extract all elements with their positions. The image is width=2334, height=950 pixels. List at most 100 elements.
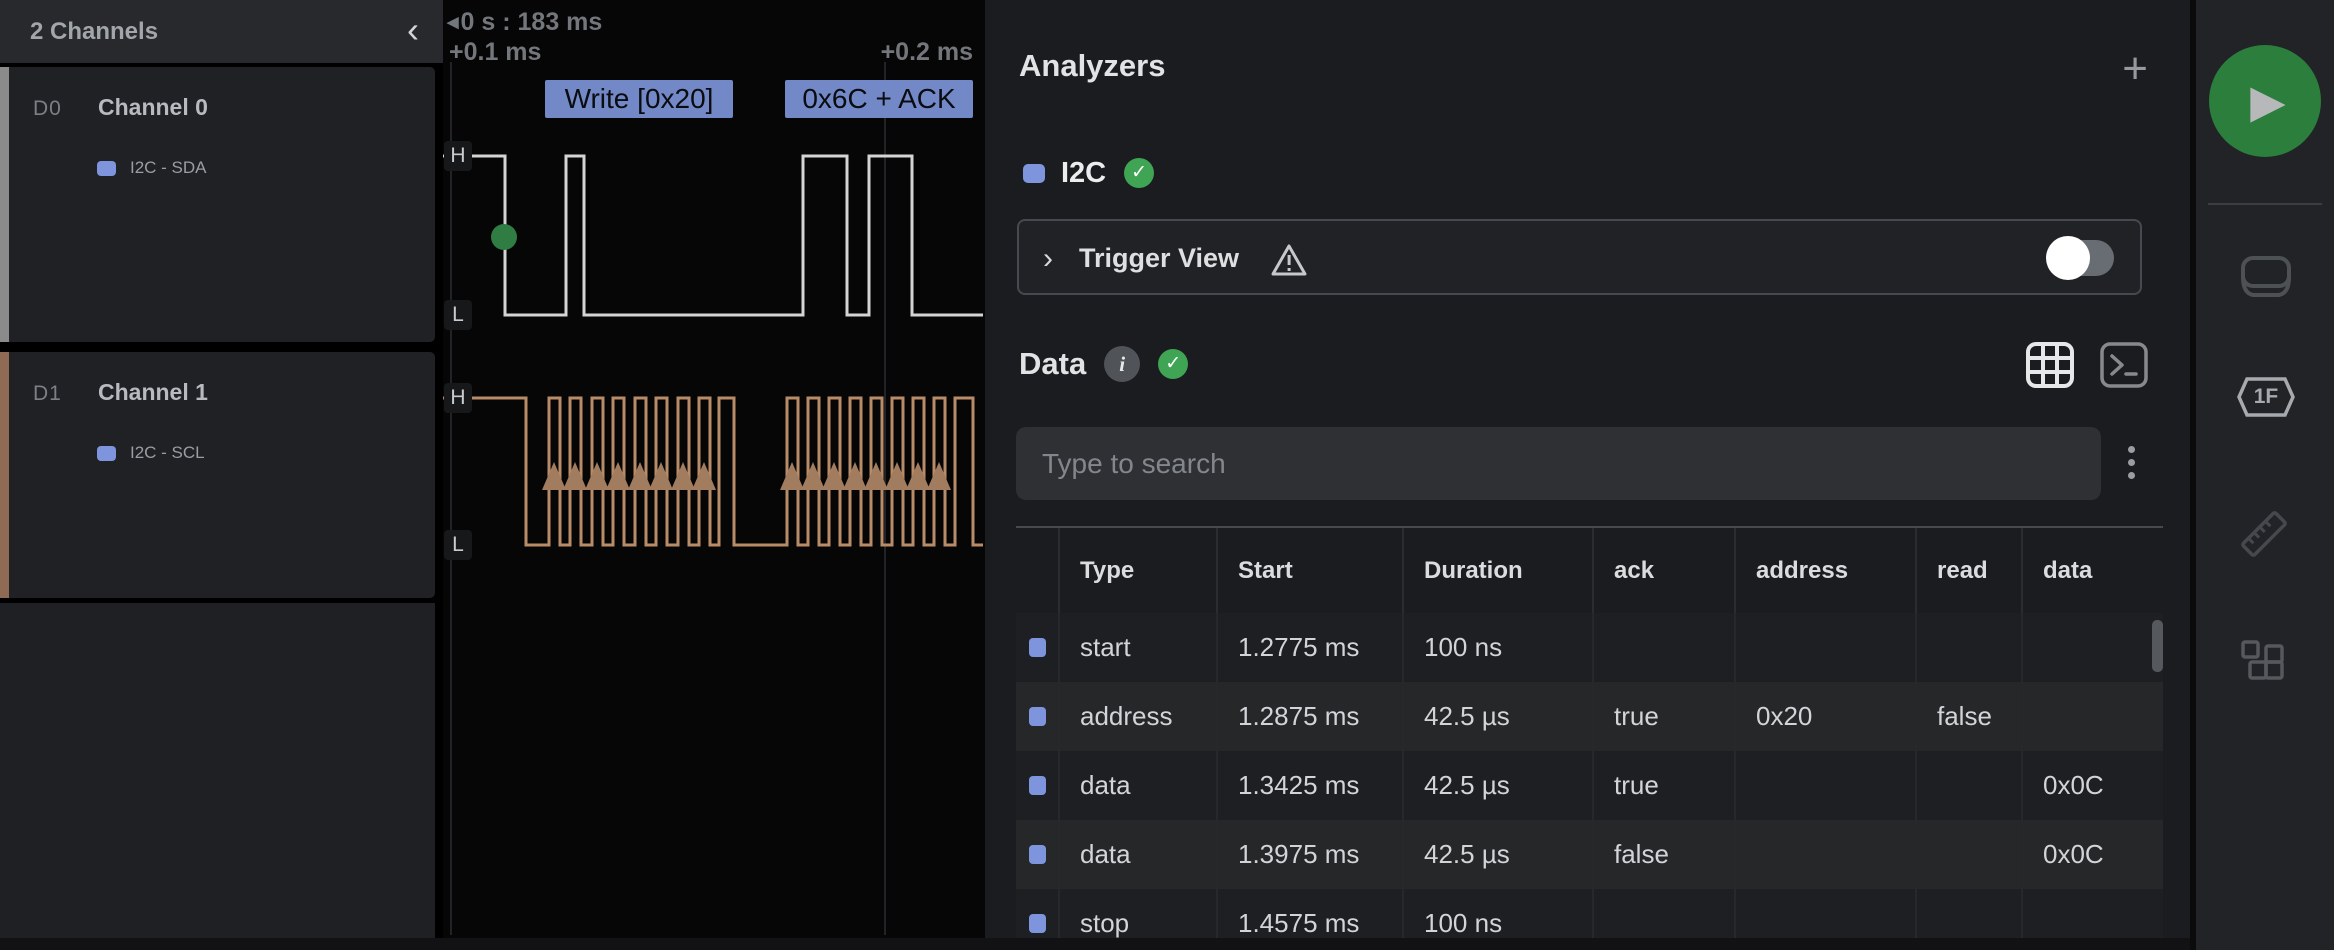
analyzer-swatch-icon <box>97 446 116 461</box>
play-icon: ▶ <box>2209 45 2321 157</box>
channels-header-label: 2 Channels <box>30 18 158 45</box>
analyzer-name: I2C <box>1061 157 1106 190</box>
table-row[interactable]: data1.3425 ms42.5 µstrue0x0C <box>1016 751 2163 820</box>
data-table: TypeStartDurationackaddressreaddata star… <box>1016 526 2163 950</box>
channel-1-color-strip <box>0 352 9 598</box>
table-cell <box>1734 751 1915 820</box>
table-cell: data <box>1058 820 1216 889</box>
table-cell <box>1734 613 1915 682</box>
channel-0-name: Channel 0 <box>98 94 208 121</box>
chevron-right-icon[interactable]: › <box>1043 242 1053 276</box>
hex-badge-label: 1F <box>2237 377 2295 417</box>
extensions-icon[interactable] <box>2241 640 2287 684</box>
table-cell: 1.3425 ms <box>1216 751 1402 820</box>
analyzers-panel: Analyzers + I2C ✓ › Trigger View Data i … <box>985 0 2190 950</box>
table-cell <box>1915 820 2021 889</box>
collapse-sidebar-icon[interactable]: ‹ <box>395 14 431 50</box>
table-row[interactable]: data1.3975 ms42.5 µsfalse0x0C <box>1016 820 2163 889</box>
i2c-annotation-data[interactable]: 0x6C + ACK <box>785 80 973 118</box>
table-scrollbar[interactable] <box>2152 620 2163 672</box>
table-cell: false <box>1915 682 2021 751</box>
waveform-canvas[interactable]: ◀0 s : 183 ms +0.1 ms +0.2 ms Write [0x2… <box>443 0 985 950</box>
waveform-svg <box>443 0 985 950</box>
table-row[interactable]: address1.2875 ms42.5 µstrue0x20false <box>1016 682 2163 751</box>
search-input[interactable] <box>1016 427 2101 500</box>
table-row[interactable]: start1.2775 ms100 ns <box>1016 613 2163 682</box>
channel-0-analyzer-label: I2C - SDA <box>130 158 207 178</box>
row-swatch-icon <box>1029 776 1046 795</box>
timeline-marker-icon: ◀ <box>447 14 459 31</box>
toolbar-divider <box>2208 203 2322 205</box>
column-header[interactable]: read <box>1915 528 2021 613</box>
warning-icon <box>1271 243 1307 277</box>
analyzer-swatch-icon <box>97 161 116 176</box>
device-icon[interactable] <box>2240 255 2292 299</box>
data-section-header: Data i ✓ <box>1019 344 1188 384</box>
trigger-view-label: Trigger View <box>1079 243 1239 274</box>
toggle-knob <box>2046 236 2090 280</box>
column-header[interactable]: Type <box>1058 528 1216 613</box>
row-swatch-icon <box>1029 845 1046 864</box>
channel-1-analyzer-label: I2C - SCL <box>130 443 205 463</box>
column-header[interactable]: Duration <box>1402 528 1592 613</box>
channel-0-analyzer[interactable]: I2C - SDA <box>97 158 207 178</box>
trigger-view-toggle[interactable] <box>2050 238 2114 278</box>
row-swatch-cell <box>1016 613 1058 682</box>
table-cell: 1.2775 ms <box>1216 613 1402 682</box>
table-cell: 100 ns <box>1402 613 1592 682</box>
channels-header: 2 Channels <box>0 0 443 63</box>
analyzer-status-check-icon: ✓ <box>1124 158 1154 188</box>
channel-row-1[interactable]: D1 Channel 1 I2C - SCL <box>0 352 435 598</box>
hex-value-icon[interactable]: 1F <box>2237 377 2295 417</box>
scl-high-label: H <box>444 383 472 413</box>
table-cell: false <box>1592 820 1734 889</box>
table-cell: 0x0C <box>2021 751 2163 820</box>
sda-low-label: L <box>444 300 472 330</box>
data-title: Data <box>1019 346 1086 382</box>
table-cell: 1.3975 ms <box>1216 820 1402 889</box>
row-swatch-cell <box>1016 682 1058 751</box>
trigger-view-row[interactable]: › Trigger View <box>1017 219 2142 295</box>
kebab-menu-icon[interactable] <box>2121 440 2141 488</box>
table-cell: 42.5 µs <box>1402 682 1592 751</box>
channel-1-name: Channel 1 <box>98 379 208 406</box>
terminal-view-icon[interactable] <box>2100 342 2148 388</box>
column-header[interactable]: address <box>1734 528 1915 613</box>
sda-high-label: H <box>444 141 472 171</box>
table-cell: data <box>1058 751 1216 820</box>
table-cell <box>2021 682 2163 751</box>
channel-row-0[interactable]: D0 Channel 0 I2C - SDA <box>0 67 435 342</box>
info-icon[interactable]: i <box>1104 346 1140 382</box>
table-cell: address <box>1058 682 1216 751</box>
table-cell: start <box>1058 613 1216 682</box>
table-view-icon[interactable] <box>2026 342 2074 388</box>
i2c-annotation-write[interactable]: Write [0x20] <box>545 80 733 118</box>
column-header[interactable]: data <box>2021 528 2163 613</box>
table-cell <box>1915 751 2021 820</box>
table-cell: 1.2875 ms <box>1216 682 1402 751</box>
table-cell: true <box>1592 682 1734 751</box>
play-button[interactable]: ▶ <box>2209 45 2321 157</box>
analyzer-item-i2c[interactable]: I2C ✓ <box>1023 155 1154 191</box>
channel-0-id: D0 <box>33 97 62 121</box>
data-status-check-icon: ✓ <box>1158 349 1188 379</box>
table-cell <box>2021 613 2163 682</box>
channel-sidebar: 2 Channels ‹ D0 Channel 0 I2C - SDA D1 C… <box>0 0 443 950</box>
table-cell: true <box>1592 751 1734 820</box>
ruler-icon[interactable] <box>2237 507 2291 561</box>
timeline-tick-left: +0.1 ms <box>449 38 541 67</box>
add-analyzer-button[interactable]: + <box>2122 44 2148 94</box>
table-cell <box>1734 820 1915 889</box>
table-cell: 42.5 µs <box>1402 820 1592 889</box>
row-swatch-icon <box>1029 638 1046 657</box>
row-swatch-icon <box>1029 707 1046 726</box>
column-header[interactable]: ack <box>1592 528 1734 613</box>
channel-1-analyzer[interactable]: I2C - SCL <box>97 443 205 463</box>
analyzer-swatch-icon <box>1023 164 1045 183</box>
table-header-row: TypeStartDurationackaddressreaddata <box>1016 528 2163 613</box>
timeline-tick-right: +0.2 ms <box>881 38 973 67</box>
row-swatch-cell <box>1016 820 1058 889</box>
analyzers-title: Analyzers <box>1019 48 1165 84</box>
table-cell <box>1915 613 2021 682</box>
column-header[interactable]: Start <box>1216 528 1402 613</box>
